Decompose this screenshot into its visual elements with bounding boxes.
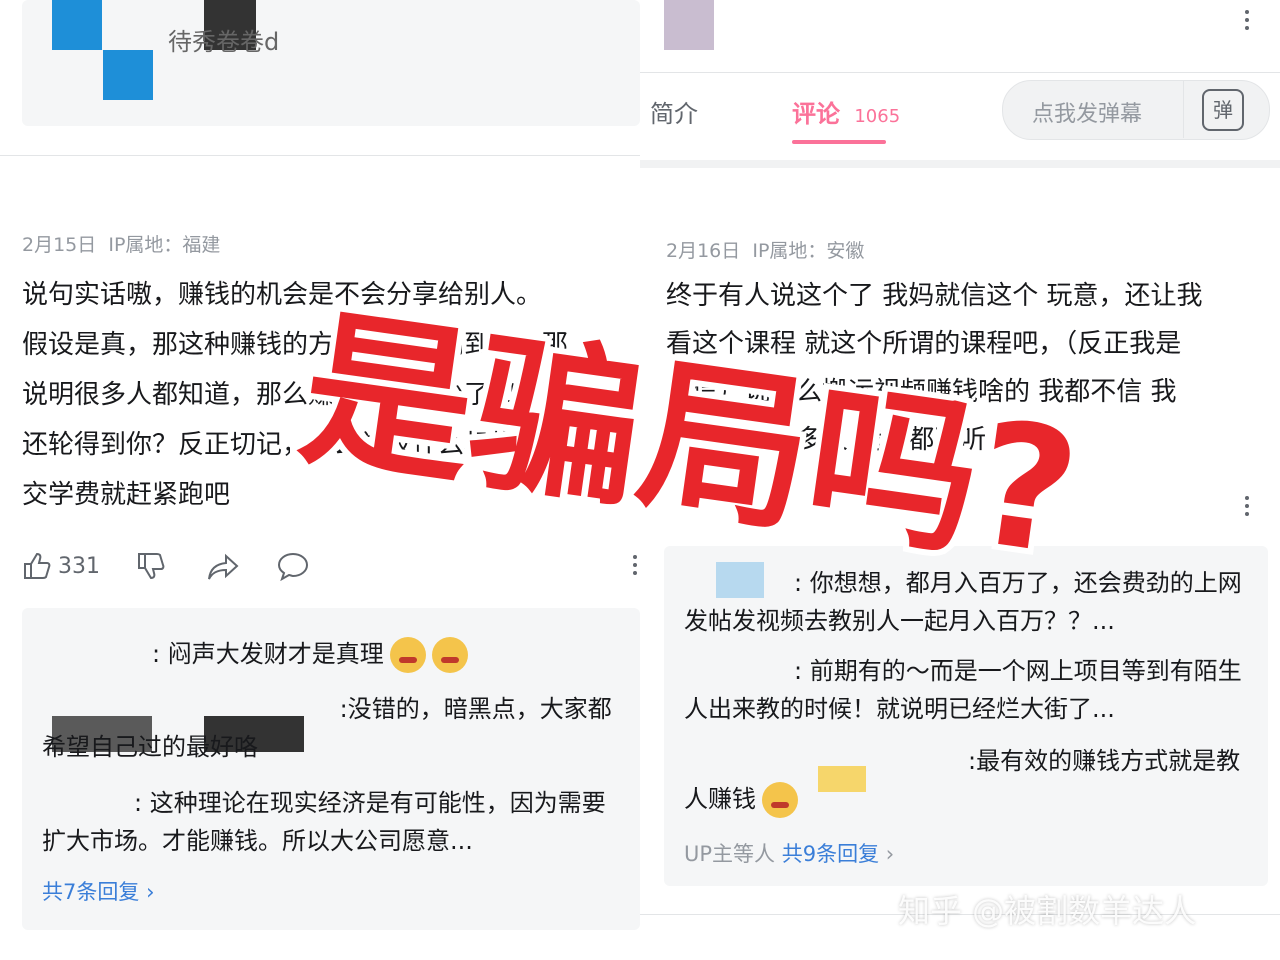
- comment-text: 终于有人说这个了 我妈就信这个 玩意，还让我 看这个课程 就这个所谓的课程吧，（…: [666, 281, 1203, 455]
- comment-count: 1065: [854, 106, 901, 127]
- mosaic-block: [664, 0, 714, 50]
- share-icon[interactable]: [206, 553, 240, 581]
- blurred-username: [684, 569, 794, 599]
- mosaic-avatar: [52, 0, 102, 50]
- divider: [0, 155, 640, 156]
- more-replies-link[interactable]: UP主等人 共9条回复 ›: [684, 838, 894, 868]
- more-replies-link[interactable]: 共7条回复 ›: [42, 876, 154, 906]
- reply-item[interactable]: : 你想想，都月入百万了，还会费劲的上网发帖发视频去教别人一起月入百万？？...: [684, 564, 1254, 640]
- reply-text: : 闷声大发财才是真理: [152, 640, 384, 668]
- reply-item[interactable]: :没错的，暗黑点，大家都希望自己过的最好咯: [42, 690, 612, 766]
- more-options-icon[interactable]: [632, 551, 638, 579]
- doge-emoji-icon: [389, 637, 426, 673]
- blurred-username: [42, 640, 152, 670]
- danmaku-toggle-icon[interactable]: 弹: [1202, 89, 1244, 131]
- watermark: 知乎 @被割数羊达人: [898, 892, 1197, 930]
- blurred-username: [42, 789, 134, 819]
- like-icon[interactable]: [22, 551, 52, 581]
- reply-icon[interactable]: [276, 551, 310, 582]
- mosaic-avatar: [103, 50, 153, 100]
- danmaku-placeholder: 点我发弹幕: [1032, 102, 1143, 127]
- active-tab-indicator: [792, 140, 886, 144]
- blurred-username: [684, 657, 794, 687]
- blurred-username: [684, 747, 968, 777]
- tab-intro[interactable]: 简介: [650, 94, 698, 129]
- username: 待秀卷卷d: [168, 28, 280, 56]
- comment-date: 2月15日 IP属地：福建: [22, 234, 221, 256]
- dislike-icon[interactable]: [136, 551, 166, 581]
- doge-emoji-icon: [431, 637, 468, 673]
- reply-item[interactable]: :最有效的赚钱方式就是教人赚钱: [684, 742, 1244, 818]
- more-options-icon[interactable]: [1244, 6, 1250, 34]
- more-options-icon[interactable]: [1244, 492, 1250, 520]
- divider: [640, 160, 1280, 168]
- right-screenshot: 简介 评论 1065 点我发弹幕 弹 2月16日 IP属地：安徽 终于有人说这个…: [640, 0, 1280, 960]
- reply-item[interactable]: : 前期有的～而是一个网上项目等到有陌生人出来教的时候！就说明已经烂大街了...: [684, 652, 1254, 728]
- comment-text: 说句实话嗷，赚钱的机会是不会分享给别人。 假设是真，那这种赚钱的方法我都能刷到了…: [22, 280, 569, 510]
- tab-comments[interactable]: 评论 1065: [792, 94, 900, 129]
- reply-item[interactable]: : 这种理论在现实经济是有可能性，因为需要扩大市场。才能赚钱。所以大公司愿意..…: [42, 784, 622, 860]
- divider: [640, 72, 1280, 73]
- blurred-username: [42, 695, 332, 725]
- reply-item[interactable]: : 闷声大发财才是真理: [42, 635, 622, 673]
- comment-date: 2月16日 IP属地：安徽: [666, 240, 865, 262]
- left-screenshot: 待秀卷卷d 2月15日 IP属地：福建 说句实话嗷，赚钱的机会是不会分享给别人。…: [0, 0, 640, 960]
- divider: [1183, 80, 1184, 138]
- like-count: 331: [58, 554, 100, 579]
- laughing-emoji-icon: [762, 782, 798, 818]
